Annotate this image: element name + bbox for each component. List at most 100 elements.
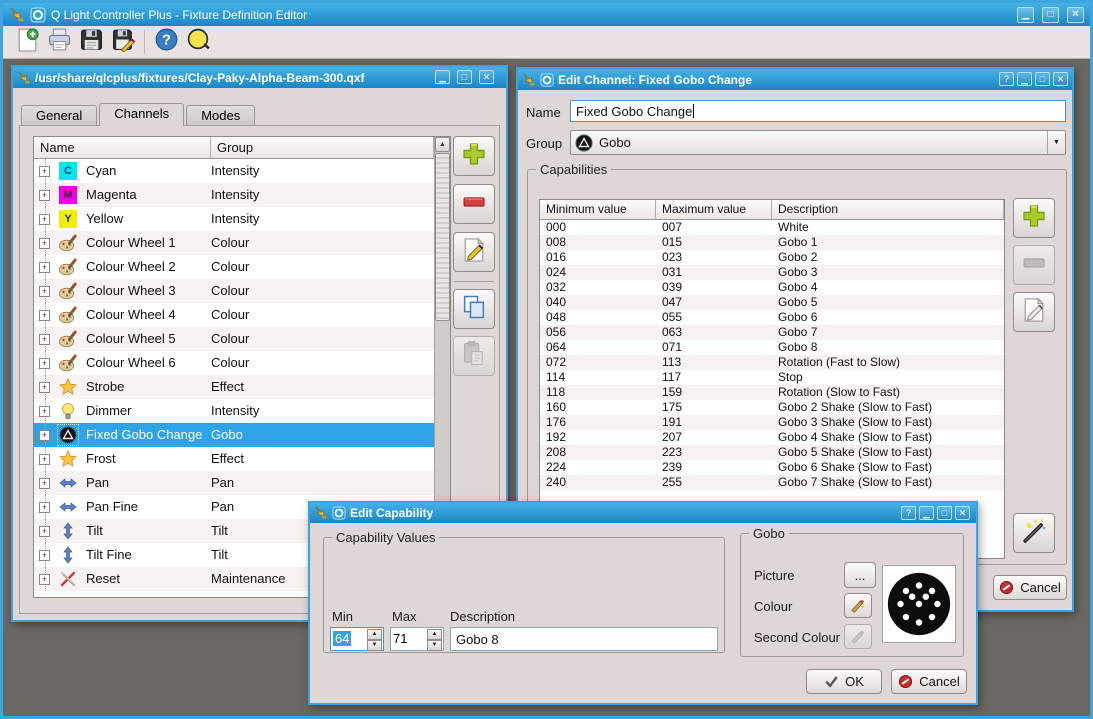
- ok-button[interactable]: OK: [806, 669, 882, 694]
- channel-row[interactable]: +Colour Wheel 6Colour: [34, 351, 434, 375]
- minimize-button[interactable]: ▁: [1017, 7, 1034, 23]
- capability-row[interactable]: 048055Gobo 6: [540, 310, 1004, 325]
- save-button[interactable]: [75, 28, 107, 56]
- max-spinbox[interactable]: 71 ▲▼: [390, 627, 444, 651]
- tab-general[interactable]: General: [21, 105, 97, 125]
- remove-capability-button[interactable]: [1013, 245, 1055, 285]
- capability-row[interactable]: 032039Gobo 4: [540, 280, 1004, 295]
- spin-up-icon[interactable]: ▲: [427, 629, 442, 640]
- expand-icon[interactable]: +: [39, 430, 50, 441]
- expand-icon[interactable]: +: [39, 478, 50, 489]
- capability-row[interactable]: 114117Stop: [540, 370, 1004, 385]
- column-header-name[interactable]: Name: [34, 137, 211, 159]
- new-fixture-button[interactable]: [11, 28, 43, 56]
- channel-row[interactable]: +CCyanIntensity: [34, 159, 434, 183]
- paste-channel-button[interactable]: [453, 336, 495, 376]
- spin-up-icon[interactable]: ▲: [367, 629, 382, 640]
- channel-row[interactable]: +StrobeEffect: [34, 375, 434, 399]
- add-channel-button[interactable]: [453, 136, 495, 176]
- capability-row[interactable]: 072113Rotation (Fast to Slow): [540, 355, 1004, 370]
- save-as-button[interactable]: [107, 28, 139, 56]
- expand-icon[interactable]: +: [39, 310, 50, 321]
- close-button[interactable]: ✕: [1053, 72, 1068, 86]
- close-button[interactable]: ✕: [479, 70, 494, 84]
- expand-icon[interactable]: +: [39, 550, 50, 561]
- cancel-button[interactable]: Cancel: [891, 669, 967, 694]
- main-titlebar[interactable]: Q Light Controller Plus - Fixture Defini…: [3, 3, 1090, 26]
- maximize-button[interactable]: □: [1042, 7, 1059, 23]
- window-menu-icon[interactable]: [332, 506, 346, 520]
- fixture-titlebar[interactable]: /usr/share/qlcplus/fixtures/Clay-Paky-Al…: [13, 67, 506, 88]
- edit-channel-button[interactable]: [453, 232, 495, 272]
- help-button[interactable]: ?: [150, 28, 182, 56]
- expand-icon[interactable]: +: [39, 238, 50, 249]
- about-button[interactable]: [182, 28, 214, 56]
- channel-row[interactable]: +YYellowIntensity: [34, 207, 434, 231]
- capability-row[interactable]: 192207Gobo 4 Shake (Slow to Fast): [540, 430, 1004, 445]
- help-button[interactable]: ?: [901, 506, 916, 520]
- capability-row[interactable]: 064071Gobo 8: [540, 340, 1004, 355]
- channel-row[interactable]: +Fixed Gobo ChangeGobo: [34, 423, 434, 447]
- window-menu-icon[interactable]: [30, 7, 46, 23]
- print-button[interactable]: [43, 28, 75, 56]
- column-header-max[interactable]: Maximum value: [656, 200, 772, 220]
- minimize-button[interactable]: ▁: [919, 506, 934, 520]
- minimize-button[interactable]: ▁: [1017, 72, 1032, 86]
- description-input[interactable]: Gobo 8: [450, 627, 718, 651]
- close-button[interactable]: ✕: [1067, 7, 1084, 23]
- capability-row[interactable]: 040047Gobo 5: [540, 295, 1004, 310]
- expand-icon[interactable]: +: [39, 190, 50, 201]
- channel-row[interactable]: +Colour Wheel 2Colour: [34, 255, 434, 279]
- expand-icon[interactable]: +: [39, 166, 50, 177]
- expand-icon[interactable]: +: [39, 382, 50, 393]
- expand-icon[interactable]: +: [39, 502, 50, 513]
- channel-row[interactable]: +Colour Wheel 4Colour: [34, 303, 434, 327]
- maximize-button[interactable]: □: [1035, 72, 1050, 86]
- capability-row[interactable]: 208223Gobo 5 Shake (Slow to Fast): [540, 445, 1004, 460]
- expand-icon[interactable]: +: [39, 334, 50, 345]
- maximize-button[interactable]: □: [457, 70, 472, 84]
- expand-icon[interactable]: +: [39, 214, 50, 225]
- tab-modes[interactable]: Modes: [186, 105, 255, 125]
- capability-row[interactable]: 056063Gobo 7: [540, 325, 1004, 340]
- expand-icon[interactable]: +: [39, 262, 50, 273]
- cancel-button[interactable]: Cancel: [993, 575, 1067, 600]
- help-button[interactable]: ?: [999, 72, 1014, 86]
- expand-icon[interactable]: +: [39, 286, 50, 297]
- channel-row[interactable]: +DimmerIntensity: [34, 399, 434, 423]
- minimize-button[interactable]: ▁: [435, 70, 450, 84]
- expand-icon[interactable]: +: [39, 526, 50, 537]
- capability-row[interactable]: 160175Gobo 2 Shake (Slow to Fast): [540, 400, 1004, 415]
- expand-icon[interactable]: +: [39, 454, 50, 465]
- capability-row[interactable]: 118159Rotation (Slow to Fast): [540, 385, 1004, 400]
- copy-channel-button[interactable]: [453, 289, 495, 329]
- add-capability-button[interactable]: [1013, 198, 1055, 238]
- capability-wizard-button[interactable]: [1013, 513, 1055, 553]
- edit-capability-button[interactable]: [1013, 292, 1055, 332]
- channel-row[interactable]: +PanPan: [34, 471, 434, 495]
- scrollbar-thumb[interactable]: [435, 153, 450, 321]
- expand-icon[interactable]: +: [39, 406, 50, 417]
- picture-browse-button[interactable]: ...: [844, 562, 876, 588]
- tab-channels[interactable]: Channels: [99, 103, 184, 126]
- channel-name-input[interactable]: Fixed Gobo Change: [570, 100, 1066, 122]
- channel-row[interactable]: +FrostEffect: [34, 447, 434, 471]
- channel-row[interactable]: +Colour Wheel 5Colour: [34, 327, 434, 351]
- expand-icon[interactable]: +: [39, 358, 50, 369]
- capability-row[interactable]: 224239Gobo 6 Shake (Slow to Fast): [540, 460, 1004, 475]
- capability-row[interactable]: 024031Gobo 3: [540, 265, 1004, 280]
- channel-row[interactable]: +Colour Wheel 1Colour: [34, 231, 434, 255]
- expand-icon[interactable]: +: [39, 574, 50, 585]
- second-colour-picker-button[interactable]: [844, 624, 872, 649]
- spin-down-icon[interactable]: ▼: [427, 640, 442, 651]
- edit-capability-titlebar[interactable]: Edit Capability: [310, 503, 976, 523]
- scroll-up-icon[interactable]: ▲: [435, 137, 450, 152]
- maximize-button[interactable]: □: [937, 506, 952, 520]
- edit-channel-titlebar[interactable]: Edit Channel: Fixed Gobo Change: [518, 69, 1072, 90]
- capability-row[interactable]: 240255Gobo 7 Shake (Slow to Fast): [540, 475, 1004, 490]
- min-spinbox[interactable]: 64 ▲▼: [330, 627, 384, 651]
- capability-row[interactable]: 176191Gobo 3 Shake (Slow to Fast): [540, 415, 1004, 430]
- close-button[interactable]: ✕: [955, 506, 970, 520]
- capability-row[interactable]: 000007White: [540, 220, 1004, 235]
- window-menu-icon[interactable]: [540, 73, 554, 87]
